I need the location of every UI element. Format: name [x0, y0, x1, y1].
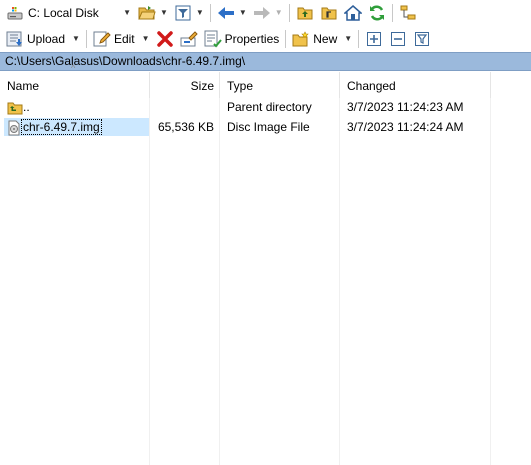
delete-icon — [156, 30, 174, 48]
chevron-down-icon[interactable]: ▼ — [123, 8, 131, 17]
new-label: New — [313, 31, 338, 46]
plus-box-icon — [365, 30, 383, 48]
filter-box-icon — [413, 30, 431, 48]
drive-label: C: Local Disk — [28, 5, 99, 20]
rename-icon — [180, 30, 198, 48]
properties-button[interactable]: Properties — [201, 28, 283, 50]
action-toolbar: Upload ▼ Edit ▼ Properties New ▼ — [0, 26, 531, 51]
column-header-name[interactable]: ^ Name — [0, 63, 150, 98]
toolbar-divider — [358, 29, 360, 48]
tree-toggle-button[interactable] — [396, 2, 420, 24]
drive-selector[interactable]: C: Local Disk ▼ — [3, 2, 131, 23]
file-type: Disc Image File — [227, 120, 310, 134]
path-bar[interactable]: C:\Users\Galasus\Downloads\chr-6.49.7.im… — [0, 52, 531, 71]
disc-image-icon — [5, 118, 23, 138]
forward-button[interactable]: ▼ — [250, 2, 286, 24]
chevron-down-icon[interactable]: ▼ — [72, 34, 80, 43]
unselect-files-button[interactable] — [386, 28, 410, 50]
properties-icon — [204, 30, 222, 48]
file-size: 65,536 KB — [157, 120, 214, 134]
rename-button[interactable] — [177, 28, 201, 50]
select-files-button[interactable] — [362, 28, 386, 50]
parent-folder-icon — [6, 98, 24, 118]
column-header-size[interactable]: Size — [150, 72, 220, 98]
new-button[interactable]: New ▼ — [289, 28, 355, 50]
file-changed: 3/7/2023 11:24:23 AM — [347, 100, 464, 114]
column-header-changed[interactable]: Changed — [340, 72, 491, 98]
edit-label: Edit — [113, 31, 135, 46]
open-folder-button[interactable]: ▼ — [135, 2, 171, 24]
column-divider — [149, 98, 150, 465]
delete-button[interactable] — [153, 28, 177, 50]
forward-arrow-icon — [253, 4, 271, 22]
chevron-down-icon[interactable]: ▼ — [160, 8, 168, 17]
column-divider — [339, 98, 340, 465]
edit-icon — [93, 30, 111, 48]
root-folder-icon — [320, 4, 338, 22]
file-row-parent[interactable]: .. Parent directory 3/7/2023 11:24:23 AM — [0, 97, 531, 117]
file-size — [150, 97, 214, 117]
chevron-down-icon[interactable]: ▼ — [275, 8, 283, 17]
minus-box-icon — [389, 30, 407, 48]
navigation-toolbar: C: Local Disk ▼ ▼ ▼ ▼ ▼ — [0, 0, 531, 25]
edit-button[interactable]: Edit ▼ — [90, 28, 153, 50]
toolbar-divider — [391, 3, 393, 22]
upload-label: Upload — [27, 31, 66, 46]
file-row-selected[interactable]: chr-6.49.7.img 65,536 KB Disc Image File… — [0, 117, 531, 137]
filter-button[interactable]: ▼ — [171, 2, 207, 24]
tree-view-icon — [399, 4, 417, 22]
current-path: C:\Users\Galasus\Downloads\chr-6.49.7.im… — [5, 54, 246, 68]
filter-files-button[interactable] — [410, 28, 434, 50]
chevron-down-icon[interactable]: ▼ — [239, 8, 247, 17]
refresh-button[interactable] — [365, 2, 389, 24]
home-directory-button[interactable] — [341, 2, 365, 24]
chevron-down-icon[interactable]: ▼ — [142, 34, 150, 43]
open-folder-icon — [138, 4, 156, 22]
toolbar-divider — [209, 3, 211, 22]
column-header-type[interactable]: Type — [220, 72, 340, 98]
filter-icon — [174, 4, 192, 22]
file-name: chr-6.49.7.img — [21, 119, 102, 135]
back-arrow-icon — [217, 4, 235, 22]
toolbar-divider — [288, 3, 290, 22]
upload-button[interactable]: Upload ▼ — [3, 28, 83, 50]
column-size-label: Size — [190, 79, 214, 93]
back-button[interactable]: ▼ — [214, 2, 250, 24]
drive-icon — [6, 4, 24, 22]
parent-directory-button[interactable] — [293, 2, 317, 24]
chevron-down-icon[interactable]: ▼ — [344, 34, 352, 43]
parent-folder-icon — [296, 4, 314, 22]
column-type-label: Type — [227, 79, 254, 93]
file-list[interactable]: ^ Name Size Type Changed .. Parent direc… — [0, 63, 531, 465]
upload-icon — [6, 30, 24, 48]
file-name: .. — [23, 100, 30, 114]
sort-ascending-icon: ^ — [71, 63, 76, 73]
toolbar-divider — [85, 29, 87, 48]
column-divider — [219, 98, 220, 465]
root-directory-button[interactable] — [317, 2, 341, 24]
column-header-row: ^ Name Size Type Changed — [0, 63, 531, 98]
column-changed-label: Changed — [347, 79, 396, 93]
file-type: Parent directory — [227, 100, 312, 114]
toolbar-divider — [285, 29, 287, 48]
new-folder-icon — [292, 30, 310, 48]
column-name-label: Name — [7, 79, 40, 93]
refresh-icon — [368, 4, 386, 22]
file-changed: 3/7/2023 11:24:24 AM — [347, 120, 464, 134]
chevron-down-icon[interactable]: ▼ — [196, 8, 204, 17]
properties-label: Properties — [224, 31, 280, 46]
home-icon — [343, 4, 362, 22]
column-divider — [490, 98, 491, 465]
